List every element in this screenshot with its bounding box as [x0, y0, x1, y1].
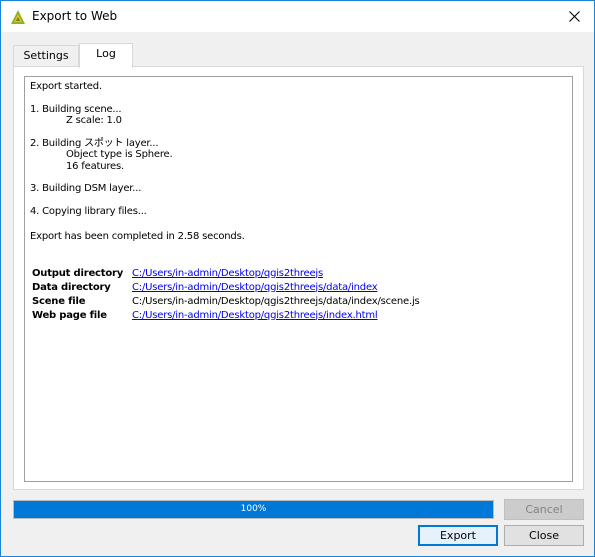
output-directory-link[interactable]: C:/Users/in-admin/Desktop/qgis2threejs	[132, 268, 323, 279]
scene-file-path: C:/Users/in-admin/Desktop/qgis2threejs/d…	[132, 295, 420, 307]
export-button[interactable]: Export	[418, 525, 498, 546]
close-button[interactable]: Close	[504, 525, 584, 546]
info-key: Data directory	[32, 281, 111, 293]
export-to-web-dialog: Export to Web Settings Log Export starte…	[0, 0, 595, 557]
log-line: Export started.	[30, 81, 102, 92]
log-line: Object type is Sphere.	[66, 149, 173, 160]
close-icon	[568, 11, 580, 22]
qgis-logo-icon	[11, 10, 25, 24]
data-directory-link[interactable]: C:/Users/in-admin/Desktop/qgis2threejs/d…	[132, 282, 378, 293]
progress-label: 100%	[240, 504, 267, 514]
info-row: Output directory C:/Users/in-admin/Deskt…	[30, 267, 420, 281]
export-progress-bar: 100%	[13, 500, 494, 519]
info-key: Scene file	[32, 295, 86, 307]
log-line: 16 features.	[66, 160, 124, 172]
log-line: 4. Copying library files...	[30, 205, 147, 217]
web-page-file-link[interactable]: C:/Users/in-admin/Desktop/qgis2threejs/i…	[132, 310, 378, 321]
tab-log[interactable]: Log	[79, 43, 133, 68]
info-row: Scene file C:/Users/in-admin/Desktop/qgi…	[30, 295, 420, 309]
info-row: Data directory C:/Users/in-admin/Desktop…	[30, 281, 420, 295]
log-text-area[interactable]: Export started. 1. Building scene... Z s…	[24, 76, 573, 482]
log-line: 1. Building scene...	[30, 103, 122, 115]
log-line: Z scale: 1.0	[66, 115, 122, 126]
info-key: Web page file	[32, 309, 107, 321]
log-line: 3. Building DSM layer...	[30, 183, 142, 194]
cancel-button[interactable]: Cancel	[504, 499, 584, 520]
tab-settings[interactable]: Settings	[13, 45, 79, 67]
window-close-button[interactable]	[554, 1, 594, 32]
log-line: Export has been completed in 2.58 second…	[30, 231, 245, 242]
log-tab-panel: Export started. 1. Building scene... Z s…	[13, 66, 584, 490]
log-line: 2. Building スポット layer...	[30, 137, 159, 149]
export-info-table: Output directory C:/Users/in-admin/Deskt…	[30, 267, 420, 323]
title-bar[interactable]: Export to Web	[1, 1, 594, 32]
window-title: Export to Web	[32, 9, 118, 23]
info-row: Web page file C:/Users/in-admin/Desktop/…	[30, 309, 420, 323]
info-key: Output directory	[32, 267, 124, 279]
